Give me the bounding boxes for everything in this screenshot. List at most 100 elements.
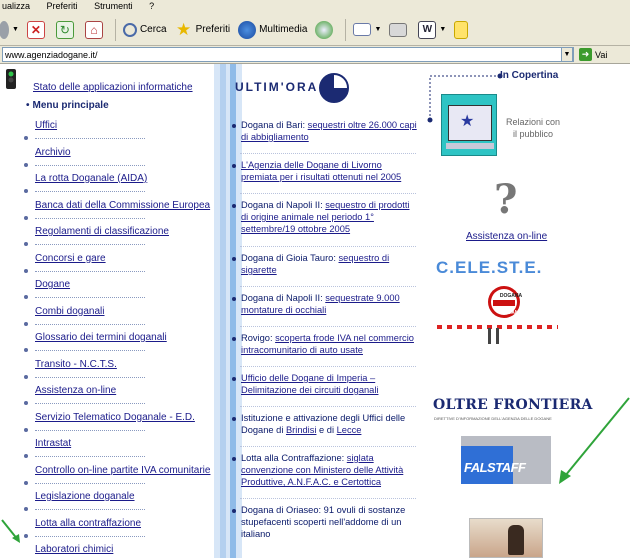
dropdown-arrow-icon: ▼ — [12, 26, 19, 33]
news-bullet-icon — [232, 204, 236, 208]
menu-item[interactable]: Concorsi e gare — [35, 253, 106, 264]
edit-button[interactable]: W ▼ — [415, 17, 449, 43]
address-dropdown-button[interactable]: ▼ — [561, 47, 573, 62]
menu-divider — [35, 350, 145, 351]
question-mark-icon[interactable]: ? — [494, 176, 517, 223]
menu-divider — [35, 270, 145, 272]
news-divider — [240, 406, 416, 407]
news-item: Dogana di Napoli II: sequestro di prodot… — [241, 199, 417, 235]
news-item: Ufficio delle Dogane di Imperia – Delimi… — [241, 372, 417, 396]
news-bullet-icon — [232, 417, 236, 421]
star-icon: ★ — [176, 19, 192, 39]
stop-button[interactable]: ✕ — [24, 17, 51, 43]
news-divider — [240, 498, 416, 499]
word-icon: W — [418, 20, 437, 39]
menu-divider — [35, 297, 145, 298]
app-status-link[interactable]: Stato delle applicazioni informatiche — [33, 82, 193, 93]
menu-item-favorites[interactable]: Preferiti — [47, 1, 78, 11]
menu-item[interactable]: Intrastat — [35, 438, 71, 449]
menu-item[interactable]: Archivio — [35, 147, 71, 158]
news-link[interactable]: Lecce — [337, 425, 362, 435]
menu-divider — [35, 323, 145, 325]
multimedia-icon — [238, 20, 257, 39]
mail-dropdown-icon: ▼ — [374, 26, 382, 33]
celeste-logo[interactable]: C.ELE.ST.E. — [436, 258, 542, 278]
history-button[interactable] — [312, 17, 339, 43]
news-text: Dogana di Bari: — [241, 120, 308, 130]
relazioni-label[interactable]: Relazioni con il pubblico — [503, 116, 563, 140]
menu-item[interactable]: Servizio Telematico Doganale - E.D. — [35, 412, 195, 423]
menu-bullet-icon — [24, 533, 28, 538]
news-link[interactable]: Ufficio delle Dogane di Imperia – Delimi… — [241, 373, 378, 395]
news-item: Rovigo: scoperta frode IVA nel commercio… — [241, 332, 417, 356]
news-link[interactable]: Brindisi — [286, 425, 316, 435]
address-input[interactable]: www.agenziadogane.it/ — [2, 47, 574, 62]
go-label: Vai — [595, 49, 608, 60]
ultimora-clock-icon — [319, 73, 349, 103]
notes-button[interactable] — [451, 17, 474, 43]
menu-item[interactable]: Controllo on-line partite IVA comunitari… — [35, 465, 210, 476]
menu-divider — [35, 535, 145, 537]
home-button[interactable]: ⌂ — [82, 17, 109, 43]
menu-item[interactable]: Assistenza on-line — [35, 385, 116, 396]
home-icon: ⌂ — [84, 20, 103, 39]
favorites-button[interactable]: ★ Preferiti — [172, 17, 233, 43]
news-bullet-icon — [232, 457, 236, 461]
menu-item[interactable]: Legislazione doganale — [35, 491, 135, 502]
menu-item[interactable]: Regolamenti di classificazione — [35, 226, 169, 237]
menu-bullet-icon — [24, 242, 28, 246]
menu-item-view[interactable]: ualizza — [2, 1, 30, 11]
mail-icon — [353, 23, 372, 36]
column-divider — [214, 64, 242, 558]
edit-dropdown-icon: ▼ — [439, 26, 447, 33]
menu-divider — [35, 376, 145, 378]
news-link[interactable]: L'Agenzia delle Dogane di Livorno premia… — [241, 160, 401, 182]
news-divider — [240, 286, 416, 287]
bottom-promo-image[interactable] — [469, 518, 543, 558]
menu-divider — [35, 509, 145, 510]
print-button[interactable] — [386, 17, 413, 43]
assistenza-link[interactable]: Assistenza on-line — [466, 231, 547, 242]
search-button[interactable]: Cerca — [120, 17, 170, 43]
notes-icon — [454, 20, 469, 39]
go-button[interactable]: ➜ Vai — [579, 48, 607, 61]
menu-bullet-icon — [24, 162, 28, 167]
menu-item-help[interactable]: ? — [149, 1, 154, 11]
menu-divider — [35, 456, 145, 457]
menu-divider — [35, 429, 145, 431]
menu-item-tools[interactable]: Strumenti — [94, 1, 133, 11]
falstaff-banner[interactable]: FALSTAFF — [461, 436, 551, 484]
ultimora-title: ULTIM'ORA — [235, 80, 319, 94]
relazioni-image[interactable]: ★ — [441, 94, 497, 156]
news-text: Dogana di Napoli II: — [241, 200, 326, 210]
news-text: Dogana di Oriaseo: 91 ovuli di sostanze … — [241, 505, 406, 539]
menu-item[interactable]: Transito - N.C.T.S. — [35, 359, 117, 370]
news-text-extra: e di — [316, 425, 337, 435]
menu-item[interactable]: Lotta alla contraffazione — [35, 518, 141, 529]
dogana-sign-text: DOGANA — [499, 293, 523, 299]
news-item: Dogana di Napoli II: sequestrate 9.000 m… — [241, 292, 417, 316]
menu-divider — [35, 138, 145, 139]
douane-sign-text: DOUANE — [500, 310, 522, 316]
search-label: Cerca — [139, 24, 167, 35]
menu-item[interactable]: Glossario dei termini doganali — [35, 332, 167, 343]
menu-divider — [35, 217, 145, 219]
news-bullet-icon — [232, 509, 236, 513]
address-value: www.agenziadogane.it/ — [5, 49, 98, 60]
forward-button[interactable]: ▼ — [0, 17, 22, 43]
menu-item[interactable]: Laboratori chimici — [35, 544, 113, 555]
refresh-button[interactable]: ↻ — [53, 17, 80, 43]
menu-item[interactable]: Banca dati della Commissione Europea — [35, 200, 210, 211]
multimedia-button[interactable]: Multimedia — [235, 17, 310, 43]
menu-bullet-icon — [24, 189, 28, 193]
news-divider — [240, 246, 416, 247]
menu-item[interactable]: La rotta Doganale (AIDA) — [35, 173, 147, 184]
menu-item[interactable]: Combi doganali — [35, 306, 105, 317]
menu-item[interactable]: Dogane — [35, 279, 70, 290]
news-text: Dogana di Napoli II: — [241, 293, 326, 303]
menu-divider — [35, 482, 145, 484]
menu-divider — [35, 403, 145, 404]
mail-button[interactable]: ▼ — [350, 17, 384, 43]
menu-divider — [35, 191, 145, 192]
menu-item[interactable]: Uffici — [35, 120, 57, 131]
